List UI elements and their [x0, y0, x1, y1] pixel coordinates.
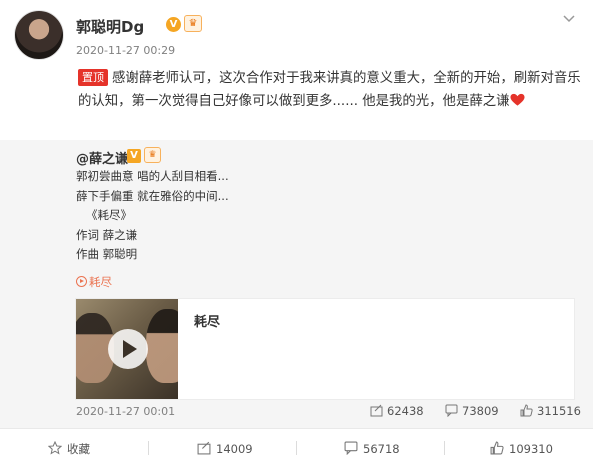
media-title[interactable]: 耗尽 [194, 311, 220, 330]
repost-line: 薛下手偏重 就在雅俗的中间... [76, 188, 229, 203]
repost-button[interactable]: 14009 [197, 441, 253, 456]
comment-count-value: 73809 [462, 404, 499, 418]
comment-icon [445, 404, 458, 418]
post-body: 置顶 感谢薛老师认可，这次合作对于我来讲真的意义重大，全新的开始，刷新对音乐的认知… [78, 67, 584, 113]
divider [148, 441, 149, 455]
comment-button-count: 56718 [363, 442, 400, 456]
vip-member-icon: ♛ [184, 15, 202, 32]
verified-badge-icon: V [166, 17, 181, 32]
share-icon [370, 404, 383, 417]
repost-line: 作词 薛之谦 [76, 227, 138, 242]
post-header: 郭聪明Dg V ♛ 2020-11-27 00:29 [0, 0, 593, 60]
heart-icon [509, 93, 525, 106]
thumbnail-figure-right [146, 309, 178, 383]
share-icon [197, 441, 211, 455]
comment-icon [344, 441, 358, 456]
like-count-value: 311516 [537, 404, 581, 418]
repost-text: 郭初尝曲意 唱的人刮目相看... 薛下手偏重 就在雅俗的中间... 《耗尽》 作… [76, 167, 229, 265]
comment-button[interactable]: 56718 [344, 441, 400, 456]
repost-line: 郭初尝曲意 唱的人刮目相看... [76, 169, 229, 183]
repost-count[interactable]: 62438 [370, 404, 424, 418]
verified-badge-icon: V [127, 149, 141, 163]
thumbs-up-icon [490, 441, 504, 455]
like-count[interactable]: 311516 [520, 404, 581, 418]
comment-count[interactable]: 73809 [445, 404, 499, 418]
video-thumbnail[interactable] [76, 299, 178, 399]
star-icon [47, 440, 63, 455]
post-text: 感谢薛老师认可，这次合作对于我来讲真的意义重大，全新的开始，刷新对音乐的认知，第… [78, 71, 581, 109]
pinned-badge: 置顶 [78, 69, 108, 86]
music-link-label: 耗尽 [89, 275, 112, 289]
repost-author-link[interactable]: @薛之谦 [76, 148, 128, 167]
divider [296, 441, 297, 455]
post-timestamp[interactable]: 2020-11-27 00:29 [76, 44, 175, 57]
favorite-button[interactable]: 收藏 [47, 440, 90, 457]
like-button[interactable]: 109310 [490, 441, 553, 456]
chevron-down-icon[interactable] [562, 12, 576, 26]
repost-count-value: 62438 [387, 404, 424, 418]
thumbs-up-icon [520, 404, 533, 417]
repost-button-count: 14009 [216, 442, 253, 456]
divider [444, 441, 445, 455]
repost-line: 作曲 郭聪明 [76, 247, 138, 261]
avatar[interactable] [14, 10, 64, 60]
play-icon[interactable] [108, 329, 148, 369]
music-link[interactable]: 耗尽 [76, 274, 112, 290]
reposted-post: @薛之谦 V ♛ 郭初尝曲意 唱的人刮目相看... 薛下手偏重 就在雅俗的中间.… [0, 140, 593, 428]
action-bar: 收藏 14009 56718 109310 [0, 428, 593, 465]
vip-member-icon: ♛ [144, 147, 161, 163]
post-author-name[interactable]: 郭聪明Dg [76, 16, 144, 37]
repost-timestamp[interactable]: 2020-11-27 00:01 [76, 405, 175, 418]
media-card[interactable]: 耗尽 [75, 298, 575, 400]
like-button-count: 109310 [509, 442, 553, 456]
favorite-label: 收藏 [67, 442, 90, 456]
play-circle-icon [76, 276, 87, 287]
repost-line: 《耗尽》 [86, 208, 132, 222]
